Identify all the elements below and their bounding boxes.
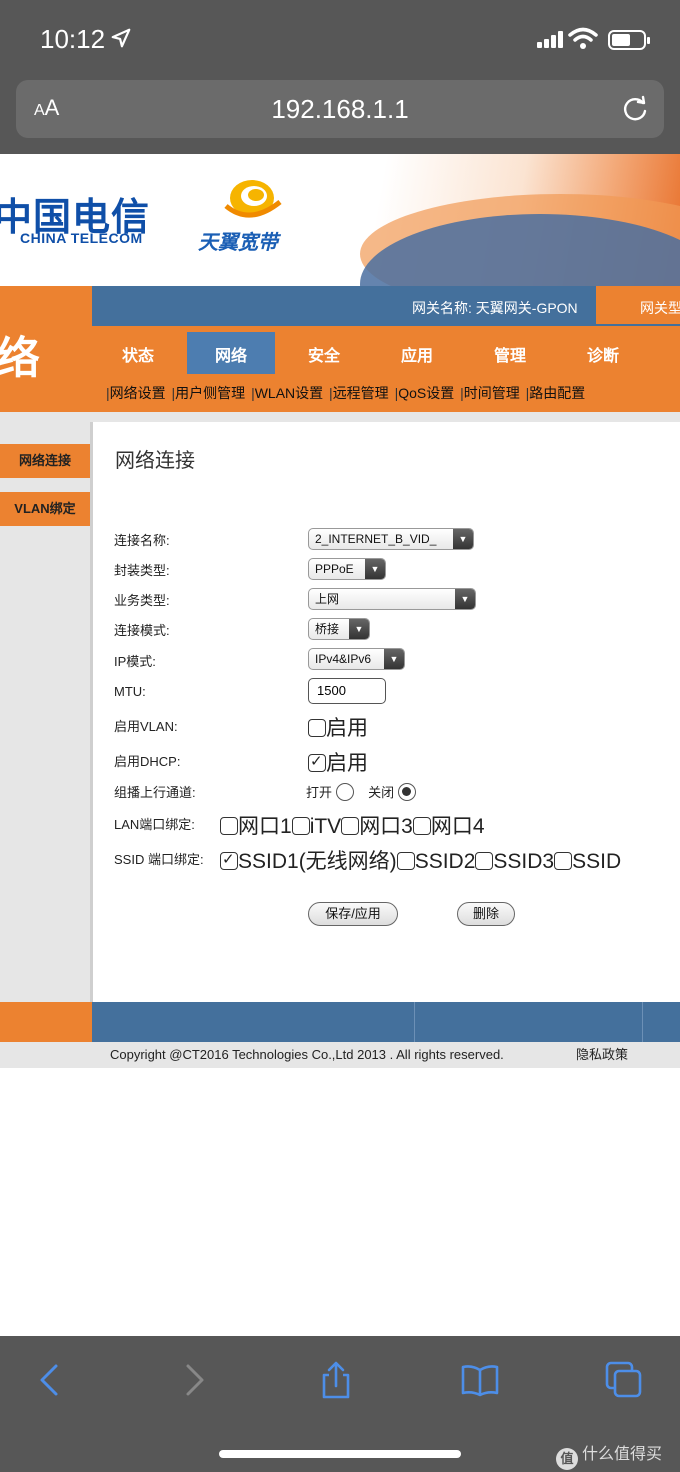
chevron-down-icon: ▼ xyxy=(453,529,473,549)
tab-network[interactable]: 网络 xyxy=(187,332,275,374)
china-telecom-logo-en: CHINA TELECOM xyxy=(20,230,143,246)
dhcp-checkbox[interactable] xyxy=(308,752,326,772)
main-nav: 状态 网络 安全 应用 管理 诊断 xyxy=(92,326,680,374)
ssid-checkbox[interactable] xyxy=(220,850,238,870)
tianyi-logo-icon xyxy=(224,180,282,218)
dhcp-checkbox-group[interactable]: 启用 xyxy=(308,747,368,777)
ssid-checkbox[interactable] xyxy=(475,852,494,870)
chevron-down-icon: ▼ xyxy=(349,619,369,639)
connection-name-label: 连接名称: xyxy=(114,533,170,548)
back-icon[interactable] xyxy=(30,1360,70,1400)
connection-name-select[interactable]: 2_INTERNET_B_VID_ ▼ xyxy=(308,528,474,550)
ssid-binding-label: SSID 端口绑定: xyxy=(114,852,204,867)
subnav-time[interactable]: 时间管理 xyxy=(464,385,520,401)
browser-top-bar: 10:12 AA 192.168.1.1 xyxy=(0,0,680,154)
browser-toolbar: 值什么值得买 xyxy=(0,1336,680,1472)
service-type-label: 业务类型: xyxy=(114,593,170,608)
home-indicator xyxy=(219,1450,461,1458)
sidebar-item-vlan-binding[interactable]: VLAN绑定 xyxy=(0,492,90,526)
mtu-label: MTU: xyxy=(114,684,146,699)
lan-port-checkbox[interactable] xyxy=(220,817,238,835)
ip-mode-label: IP模式: xyxy=(114,654,156,669)
multicast-open-radio[interactable] xyxy=(335,783,354,801)
save-apply-button[interactable]: 保存/应用 xyxy=(308,902,398,926)
cellular-signal-icon xyxy=(537,30,565,48)
subnav-user-side[interactable]: 用户侧管理 xyxy=(175,385,245,401)
multicast-close-radio[interactable] xyxy=(397,783,416,801)
router-admin-page: 中国电信 CHINA TELECOM 天翼宽带 络 网关名称: 天翼网关-GPO… xyxy=(0,154,680,1336)
bottom-bar xyxy=(0,1002,680,1042)
reload-icon[interactable] xyxy=(620,94,650,124)
encap-type-label: 封装类型: xyxy=(114,563,170,578)
privacy-link[interactable]: 隐私政策 xyxy=(576,1042,628,1068)
subnav-qos[interactable]: QoS设置 xyxy=(398,385,454,401)
gateway-info-bar: 网关名称: 天翼网关-GPON 网关型 xyxy=(92,286,680,326)
tianyi-brand-text: 天翼宽带 xyxy=(198,232,278,254)
ssid-checkbox[interactable] xyxy=(396,852,415,870)
mtu-input[interactable]: 1500 xyxy=(308,678,386,704)
wifi-icon xyxy=(568,27,598,49)
page-title: 网络连接 xyxy=(115,450,195,472)
tab-application[interactable]: 应用 xyxy=(373,332,461,374)
ssid-binding-group: SSID1(无线网络)SSID2SSID3SSID xyxy=(220,845,680,875)
forward-icon[interactable] xyxy=(174,1360,214,1400)
subnav-remote[interactable]: 远程管理 xyxy=(333,385,389,401)
header-banner: 中国电信 CHINA TELECOM 天翼宽带 xyxy=(0,154,680,286)
delete-button[interactable]: 删除 xyxy=(457,902,515,926)
connection-mode-select[interactable]: 桥接 ▼ xyxy=(308,618,370,640)
vlan-label: 启用VLAN: xyxy=(114,719,178,734)
sidebar-item-network-connection[interactable]: 网络连接 xyxy=(0,444,90,478)
tab-security[interactable]: 安全 xyxy=(280,332,368,374)
subnav-route[interactable]: 路由配置 xyxy=(529,385,585,401)
dhcp-label: 启用DHCP: xyxy=(114,754,181,769)
gateway-type-label: 网关型 xyxy=(640,300,680,316)
bookmarks-icon[interactable] xyxy=(460,1360,500,1400)
battery-icon xyxy=(608,30,650,50)
gateway-name: 网关名称: 天翼网关-GPON xyxy=(412,300,578,316)
ssid-checkbox[interactable] xyxy=(554,852,573,870)
lan-port-checkbox[interactable] xyxy=(412,817,431,835)
copyright-text: Copyright @CT2016 Technologies Co.,Ltd 2… xyxy=(110,1047,504,1062)
left-header-text: 络 xyxy=(0,334,40,383)
multicast-radio-group: 打开 关闭 xyxy=(306,782,416,801)
watermark: 值什么值得买 xyxy=(556,1440,662,1470)
chevron-down-icon: ▼ xyxy=(365,559,385,579)
vlan-checkbox[interactable] xyxy=(308,719,326,737)
tab-status[interactable]: 状态 xyxy=(94,332,182,374)
lan-port-checkbox[interactable] xyxy=(291,817,310,835)
share-icon[interactable] xyxy=(316,1360,356,1400)
subnav-wlan[interactable]: WLAN设置 xyxy=(255,385,323,401)
tabs-icon[interactable] xyxy=(604,1360,644,1400)
ip-mode-select[interactable]: IPv4&IPv6 ▼ xyxy=(308,648,405,670)
lan-binding-group: 网口1 iTV 网口3 网口4 xyxy=(220,810,485,840)
encap-type-select[interactable]: PPPoE ▼ xyxy=(308,558,386,580)
multicast-label: 组播上行通道: xyxy=(114,785,196,800)
url-text[interactable]: 192.168.1.1 xyxy=(16,94,664,125)
connection-mode-label: 连接模式: xyxy=(114,623,170,638)
tab-management[interactable]: 管理 xyxy=(466,332,554,374)
lan-binding-label: LAN端口绑定: xyxy=(114,817,195,832)
tab-diagnosis[interactable]: 诊断 xyxy=(559,332,647,374)
location-arrow-icon xyxy=(111,28,131,48)
sub-nav: |网络设置 |用户侧管理 |WLAN设置 |远程管理 |QoS设置 |时间管理 … xyxy=(92,374,680,412)
service-type-select[interactable]: 上网 ▼ xyxy=(308,588,476,610)
lan-port-checkbox[interactable] xyxy=(341,817,360,835)
url-bar[interactable]: AA 192.168.1.1 xyxy=(16,80,664,138)
status-time: 10:12 xyxy=(40,24,106,54)
chevron-down-icon: ▼ xyxy=(455,589,475,609)
chevron-down-icon: ▼ xyxy=(384,649,404,669)
footer: Copyright @CT2016 Technologies Co.,Ltd 2… xyxy=(0,1042,680,1068)
subnav-network-settings[interactable]: 网络设置 xyxy=(110,385,166,401)
vlan-checkbox-group[interactable]: 启用 xyxy=(308,712,368,742)
